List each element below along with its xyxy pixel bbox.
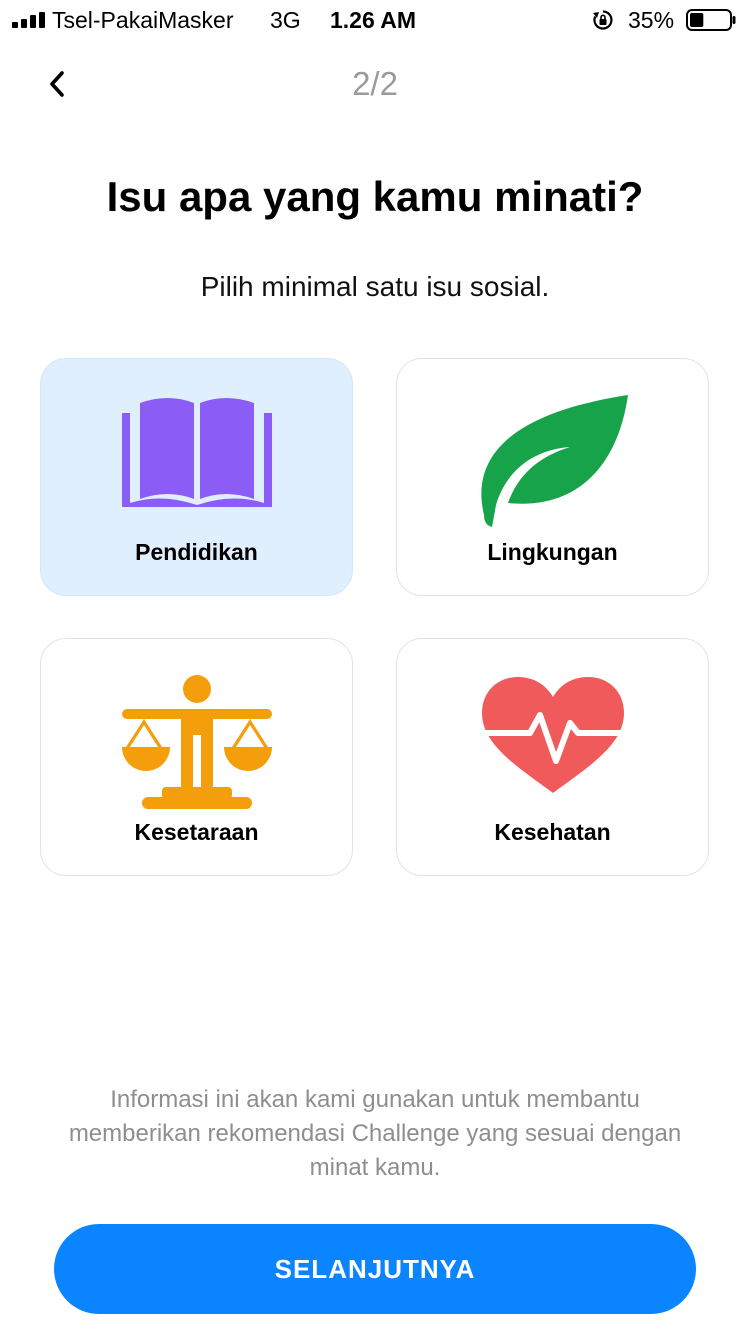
battery-percent: 35%: [628, 7, 675, 33]
issue-card-kesetaraan[interactable]: Kesetaraan: [40, 638, 353, 876]
signal-bars-icon: [12, 12, 45, 28]
network-type: 3G: [270, 7, 301, 33]
issue-card-kesehatan[interactable]: Kesehatan: [396, 638, 709, 876]
issue-label: Lingkungan: [487, 539, 618, 565]
issue-label: Pendidikan: [135, 539, 258, 565]
page-subtitle: Pilih minimal satu isu sosial.: [200, 271, 550, 302]
issue-label: Kesetaraan: [134, 819, 259, 845]
info-text: Informasi ini akan kami gunakan untuk me…: [68, 1086, 682, 1181]
status-bar: Tsel-PakaiMasker 3G 1.26 AM 35%: [0, 0, 750, 40]
next-button[interactable]: SELANJUTNYA: [54, 1224, 696, 1314]
issue-card-lingkungan[interactable]: Lingkungan: [396, 358, 709, 596]
step-indicator: 2/2: [352, 65, 398, 102]
heart-pulse-icon: [478, 677, 628, 793]
scales-icon: [122, 675, 272, 809]
rotation-lock-icon: [593, 10, 613, 30]
clock: 1.26 AM: [330, 7, 417, 33]
page-title: Isu apa yang kamu minati?: [106, 173, 644, 220]
carrier-name: Tsel-PakaiMasker: [52, 7, 234, 33]
issue-card-pendidikan[interactable]: Pendidikan: [40, 358, 353, 596]
book-icon: [122, 398, 272, 507]
issue-label: Kesehatan: [494, 819, 611, 845]
leaf-icon: [481, 395, 628, 527]
battery-icon: [686, 9, 736, 31]
